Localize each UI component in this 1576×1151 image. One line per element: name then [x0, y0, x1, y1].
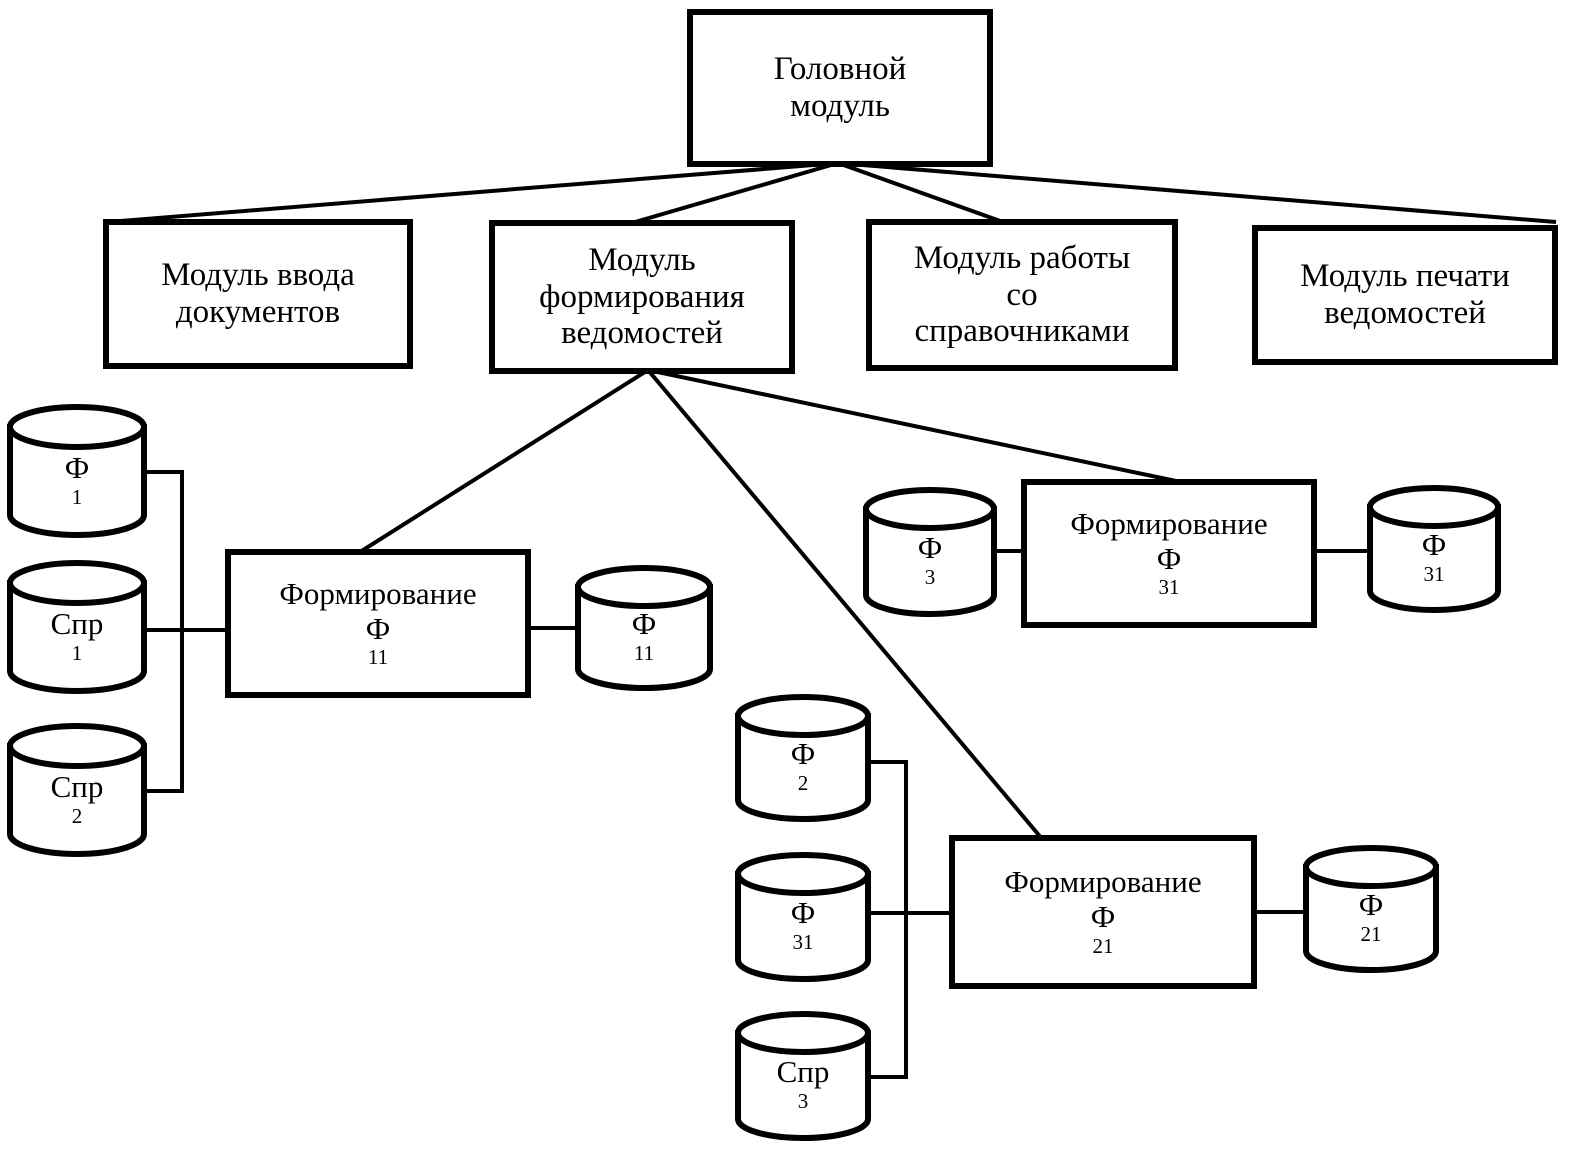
process-form-f31-box[interactable]: [1021, 479, 1317, 628]
store-f3-cylinder[interactable]: [863, 487, 997, 617]
module-directories-box[interactable]: [866, 219, 1178, 371]
module-print-statements-box[interactable]: [1252, 225, 1558, 365]
store-f11-cylinder[interactable]: [575, 565, 713, 691]
store-f1-cylinder[interactable]: [7, 404, 147, 538]
store-spr2-cylinder[interactable]: [7, 723, 147, 857]
edge-head-to-print: [837, 161, 1557, 224]
store-f21-cylinder[interactable]: [1303, 845, 1439, 973]
edge-form-to-f11: [358, 368, 650, 554]
store-f31r-cylinder[interactable]: [1367, 485, 1501, 613]
rect-shapes-group: [103, 9, 1558, 989]
store-spr1-cylinder[interactable]: [7, 560, 147, 694]
module-form-statements-box[interactable]: [489, 220, 795, 374]
process-form-f11-box[interactable]: [225, 549, 531, 698]
process-form-f21-box[interactable]: [949, 835, 1257, 989]
head-module-box[interactable]: [687, 9, 993, 167]
store-f31b-cylinder[interactable]: [735, 852, 871, 982]
diagram-canvas: Головной модуль Модуль ввода документов Мо…: [0, 0, 1576, 1151]
store-spr3-cylinder[interactable]: [735, 1011, 871, 1141]
conn-f2-bracket: [868, 760, 908, 1079]
store-f2-cylinder[interactable]: [735, 694, 871, 822]
edge-head-to-input: [107, 161, 839, 224]
module-input-documents-box[interactable]: [103, 219, 413, 369]
diagram-svg: [7, 9, 1558, 1141]
edge-head-to-directories: [837, 161, 1004, 224]
